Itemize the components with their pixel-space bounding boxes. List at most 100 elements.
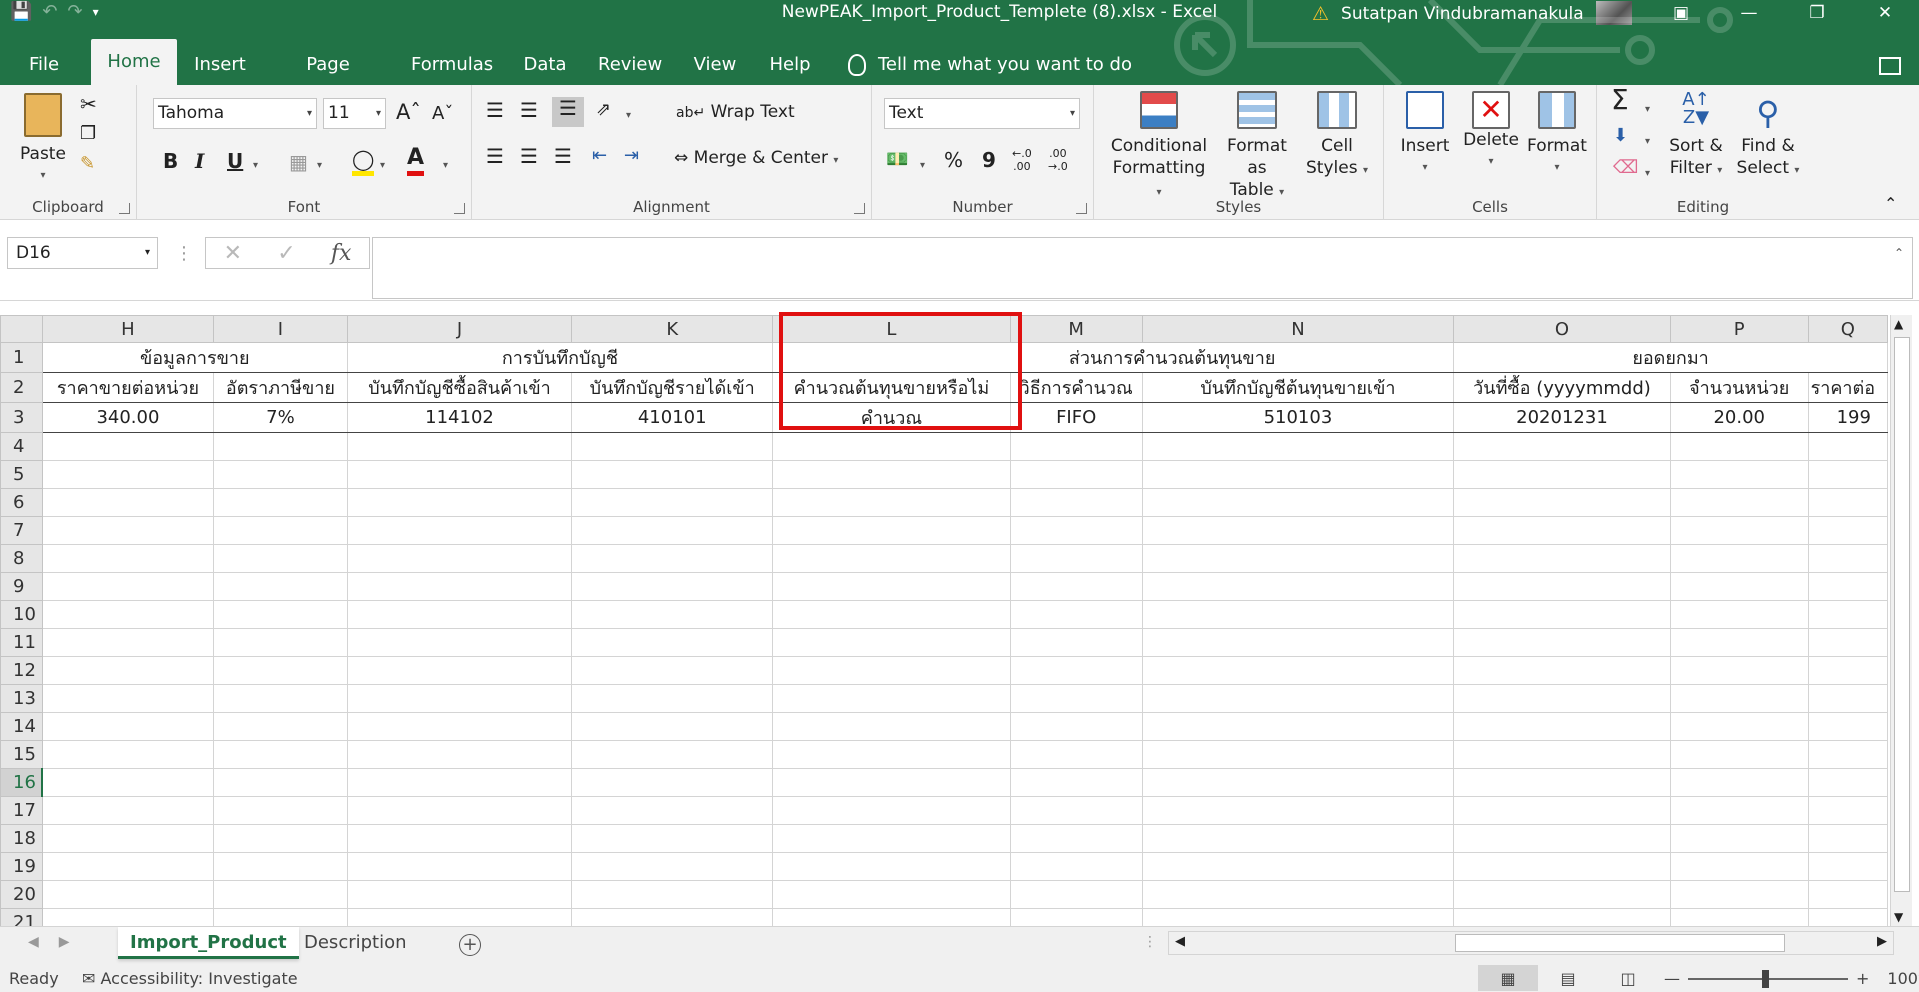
cell[interactable] [1141, 684, 1455, 713]
cell[interactable]: 7% [213, 402, 348, 433]
cell[interactable] [1453, 656, 1671, 685]
percent-button[interactable]: % [944, 149, 963, 171]
column-header[interactable]: O [1453, 315, 1671, 343]
tab-insert[interactable]: Insert [192, 47, 248, 85]
cell[interactable] [346, 852, 573, 881]
fill-icon[interactable]: ⬇ [1613, 125, 1628, 147]
cell[interactable] [772, 488, 1011, 517]
worksheet-grid[interactable]: H I J K L M N O P Q 1 ข้อมูลการขาย การบั… [0, 315, 1888, 926]
cell[interactable] [346, 684, 573, 713]
tab-data[interactable]: Data [522, 47, 568, 85]
row-header[interactable]: 2 [0, 372, 43, 403]
row-header[interactable]: 10 [0, 600, 43, 629]
italic-button[interactable]: I [195, 149, 204, 173]
scroll-up-icon[interactable]: ▲ [1894, 317, 1903, 331]
decrease-indent-icon[interactable]: ⇤ [592, 145, 607, 167]
cell[interactable] [1009, 712, 1143, 741]
tab-page-layout[interactable]: Page Layout [276, 47, 380, 111]
cell[interactable] [346, 740, 573, 769]
cell[interactable] [1009, 600, 1143, 629]
chevron-down-icon[interactable]: ▾ [380, 155, 385, 177]
sheet-table[interactable]: H I J K L M N O P Q 1 ข้อมูลการขาย การบั… [0, 315, 1888, 926]
scroll-down-icon[interactable]: ▼ [1894, 910, 1903, 924]
cell[interactable] [1453, 908, 1671, 926]
cell[interactable] [213, 516, 348, 545]
tell-me-search[interactable]: Tell me what you want to do [848, 47, 1132, 83]
cell[interactable]: ราคาต่อ [1807, 372, 1888, 403]
increase-decimal-icon[interactable]: ←.0.00 [1012, 147, 1032, 173]
chevron-down-icon[interactable]: ▾ [1645, 99, 1650, 121]
cell[interactable] [571, 852, 774, 881]
cell[interactable]: 199 [1807, 402, 1888, 433]
cell[interactable] [571, 740, 774, 769]
cell[interactable] [1141, 516, 1455, 545]
row-header[interactable]: 3 [0, 402, 43, 433]
cell[interactable] [1141, 824, 1455, 853]
cell[interactable] [1141, 712, 1455, 741]
cell[interactable] [571, 796, 774, 825]
cell[interactable] [1669, 656, 1809, 685]
cell[interactable] [1141, 544, 1455, 573]
cell[interactable] [346, 488, 573, 517]
cell[interactable] [41, 628, 215, 657]
cell[interactable] [772, 460, 1011, 489]
cell[interactable] [1669, 768, 1809, 797]
name-box[interactable]: D16 ▾ [7, 237, 158, 269]
chevron-down-icon[interactable]: ▾ [626, 105, 631, 127]
conditional-formatting-button[interactable]: Conditional Formatting ▾ [1108, 91, 1210, 204]
cell[interactable] [213, 796, 348, 825]
cell[interactable] [772, 656, 1011, 685]
cell[interactable] [1009, 824, 1143, 853]
column-header[interactable]: I [213, 315, 348, 343]
zoom-out-icon[interactable]: — [1664, 969, 1680, 988]
sheet-nav-arrows-icon[interactable]: ◀▶ [28, 934, 90, 950]
cell[interactable] [1141, 628, 1455, 657]
cell[interactable] [1807, 908, 1888, 926]
scroll-right-icon[interactable]: ▶ [1877, 934, 1887, 949]
cell[interactable] [1807, 432, 1888, 461]
sheet-tab-import-product[interactable]: Import_Product [118, 927, 299, 959]
cell[interactable] [571, 460, 774, 489]
cell[interactable] [1009, 796, 1143, 825]
cell[interactable] [213, 488, 348, 517]
cell[interactable] [1669, 796, 1809, 825]
scroll-thumb[interactable] [1455, 934, 1785, 952]
row-header[interactable]: 14 [0, 712, 43, 741]
cell[interactable] [772, 908, 1011, 926]
cell[interactable] [213, 852, 348, 881]
tab-home[interactable]: Home [91, 39, 177, 85]
cell[interactable] [571, 516, 774, 545]
cell[interactable]: บันทึกบัญชีซื้อสินค้าเข้า [346, 372, 573, 403]
cell[interactable] [346, 432, 573, 461]
bottom-align-icon[interactable]: ☰ [552, 97, 584, 127]
cell[interactable] [571, 656, 774, 685]
chevron-down-icon[interactable]: ▾ [307, 99, 312, 128]
row-header[interactable]: 20 [0, 880, 43, 909]
cell[interactable] [346, 880, 573, 909]
cell[interactable] [213, 684, 348, 713]
cell[interactable] [1009, 908, 1143, 926]
cell[interactable] [1807, 796, 1888, 825]
cell[interactable] [41, 656, 215, 685]
horizontal-scrollbar[interactable]: ◀ ▶ [1168, 931, 1894, 955]
cell[interactable] [1141, 880, 1455, 909]
cell[interactable] [41, 432, 215, 461]
cell[interactable] [1669, 852, 1809, 881]
cell[interactable] [1669, 684, 1809, 713]
cell-merged-brought-forward[interactable]: ยอดยกมา [1453, 342, 1888, 373]
cell[interactable] [1141, 600, 1455, 629]
cell[interactable] [346, 656, 573, 685]
cell[interactable] [1453, 544, 1671, 573]
cell[interactable] [571, 488, 774, 517]
row-header[interactable]: 1 [0, 342, 43, 373]
comments-icon[interactable] [1879, 57, 1901, 75]
autosum-icon[interactable]: Σ [1611, 86, 1629, 114]
cell[interactable] [1009, 684, 1143, 713]
cell[interactable] [1009, 516, 1143, 545]
row-header[interactable]: 17 [0, 796, 43, 825]
row-header[interactable]: 21 [0, 908, 43, 926]
cell[interactable] [571, 572, 774, 601]
cell[interactable] [1009, 572, 1143, 601]
cell[interactable] [1807, 852, 1888, 881]
cell[interactable] [346, 544, 573, 573]
